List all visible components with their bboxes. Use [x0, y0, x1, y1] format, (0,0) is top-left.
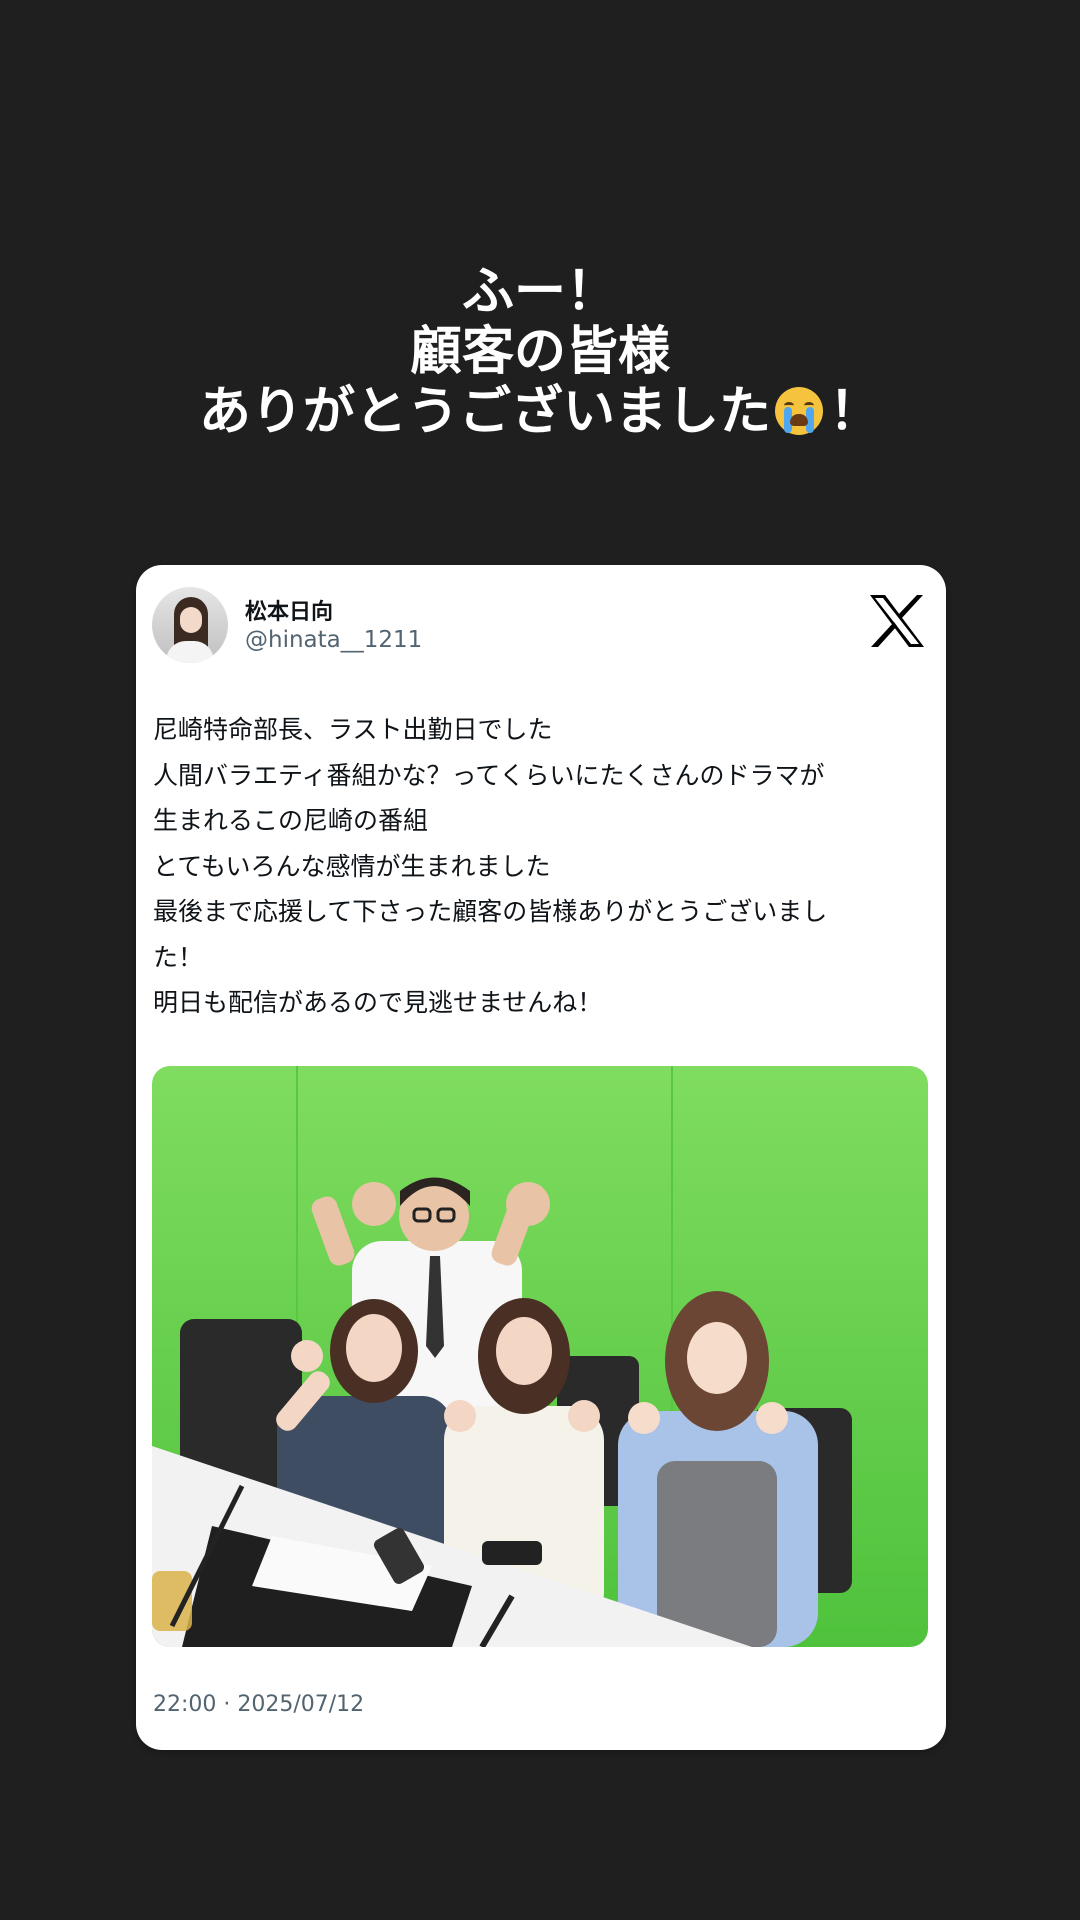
tweet-text-line: 明日も配信があるので見逃せませんね！ — [153, 988, 603, 1017]
tweet-text-line: 生まれるこの尼崎の番組 — [153, 806, 429, 835]
caption-line-3-end: ！ — [829, 382, 882, 442]
tweet-text-line: 尼崎特命部長、ラスト出勤日でした — [153, 715, 553, 744]
tweet-photo[interactable] — [152, 1066, 928, 1647]
tweet-text-line: 最後まで応援して下さった顧客の皆様ありがとうございまし — [153, 897, 828, 926]
avatar[interactable] — [152, 587, 228, 663]
tweet-text-line: 人間バラエティ番組かな？ってくらいにたくさんのドラマが — [153, 760, 825, 790]
tweet-card[interactable]: 松本日向 @hinata__1211 尼崎特命部長、ラスト出勤日でした 人間バラ… — [136, 565, 946, 1750]
story-caption: ふー！ 顧客の皆様 ありがとうございました ！ — [0, 262, 1080, 442]
tweet-text: 尼崎特命部長、ラスト出勤日でした 人間バラエティ番組かな？ってくらいにたくさんの… — [153, 707, 933, 1026]
caption-line-2: 顧客の皆様 — [409, 322, 670, 382]
user-handle[interactable]: @hinata__1211 — [245, 627, 422, 653]
caption-line-3-text: ありがとうございました — [198, 382, 771, 442]
story-screen: ふー！ 顧客の皆様 ありがとうございました ！ 松本日向 @hinata__121… — [0, 0, 1080, 1920]
tweet-text-line: とてもいろんな感情が生まれました — [153, 851, 551, 881]
caption-line-3: ありがとうございました ！ — [0, 382, 1080, 442]
x-logo-icon[interactable] — [868, 593, 926, 649]
display-name[interactable]: 松本日向 — [245, 594, 333, 626]
tweet-timestamp[interactable]: 22:00 · 2025/07/12 — [153, 1692, 364, 1717]
loudly-crying-face-icon — [775, 387, 823, 435]
caption-line-1: ふー！ — [461, 262, 618, 322]
tweet-text-line: た！ — [153, 942, 204, 972]
